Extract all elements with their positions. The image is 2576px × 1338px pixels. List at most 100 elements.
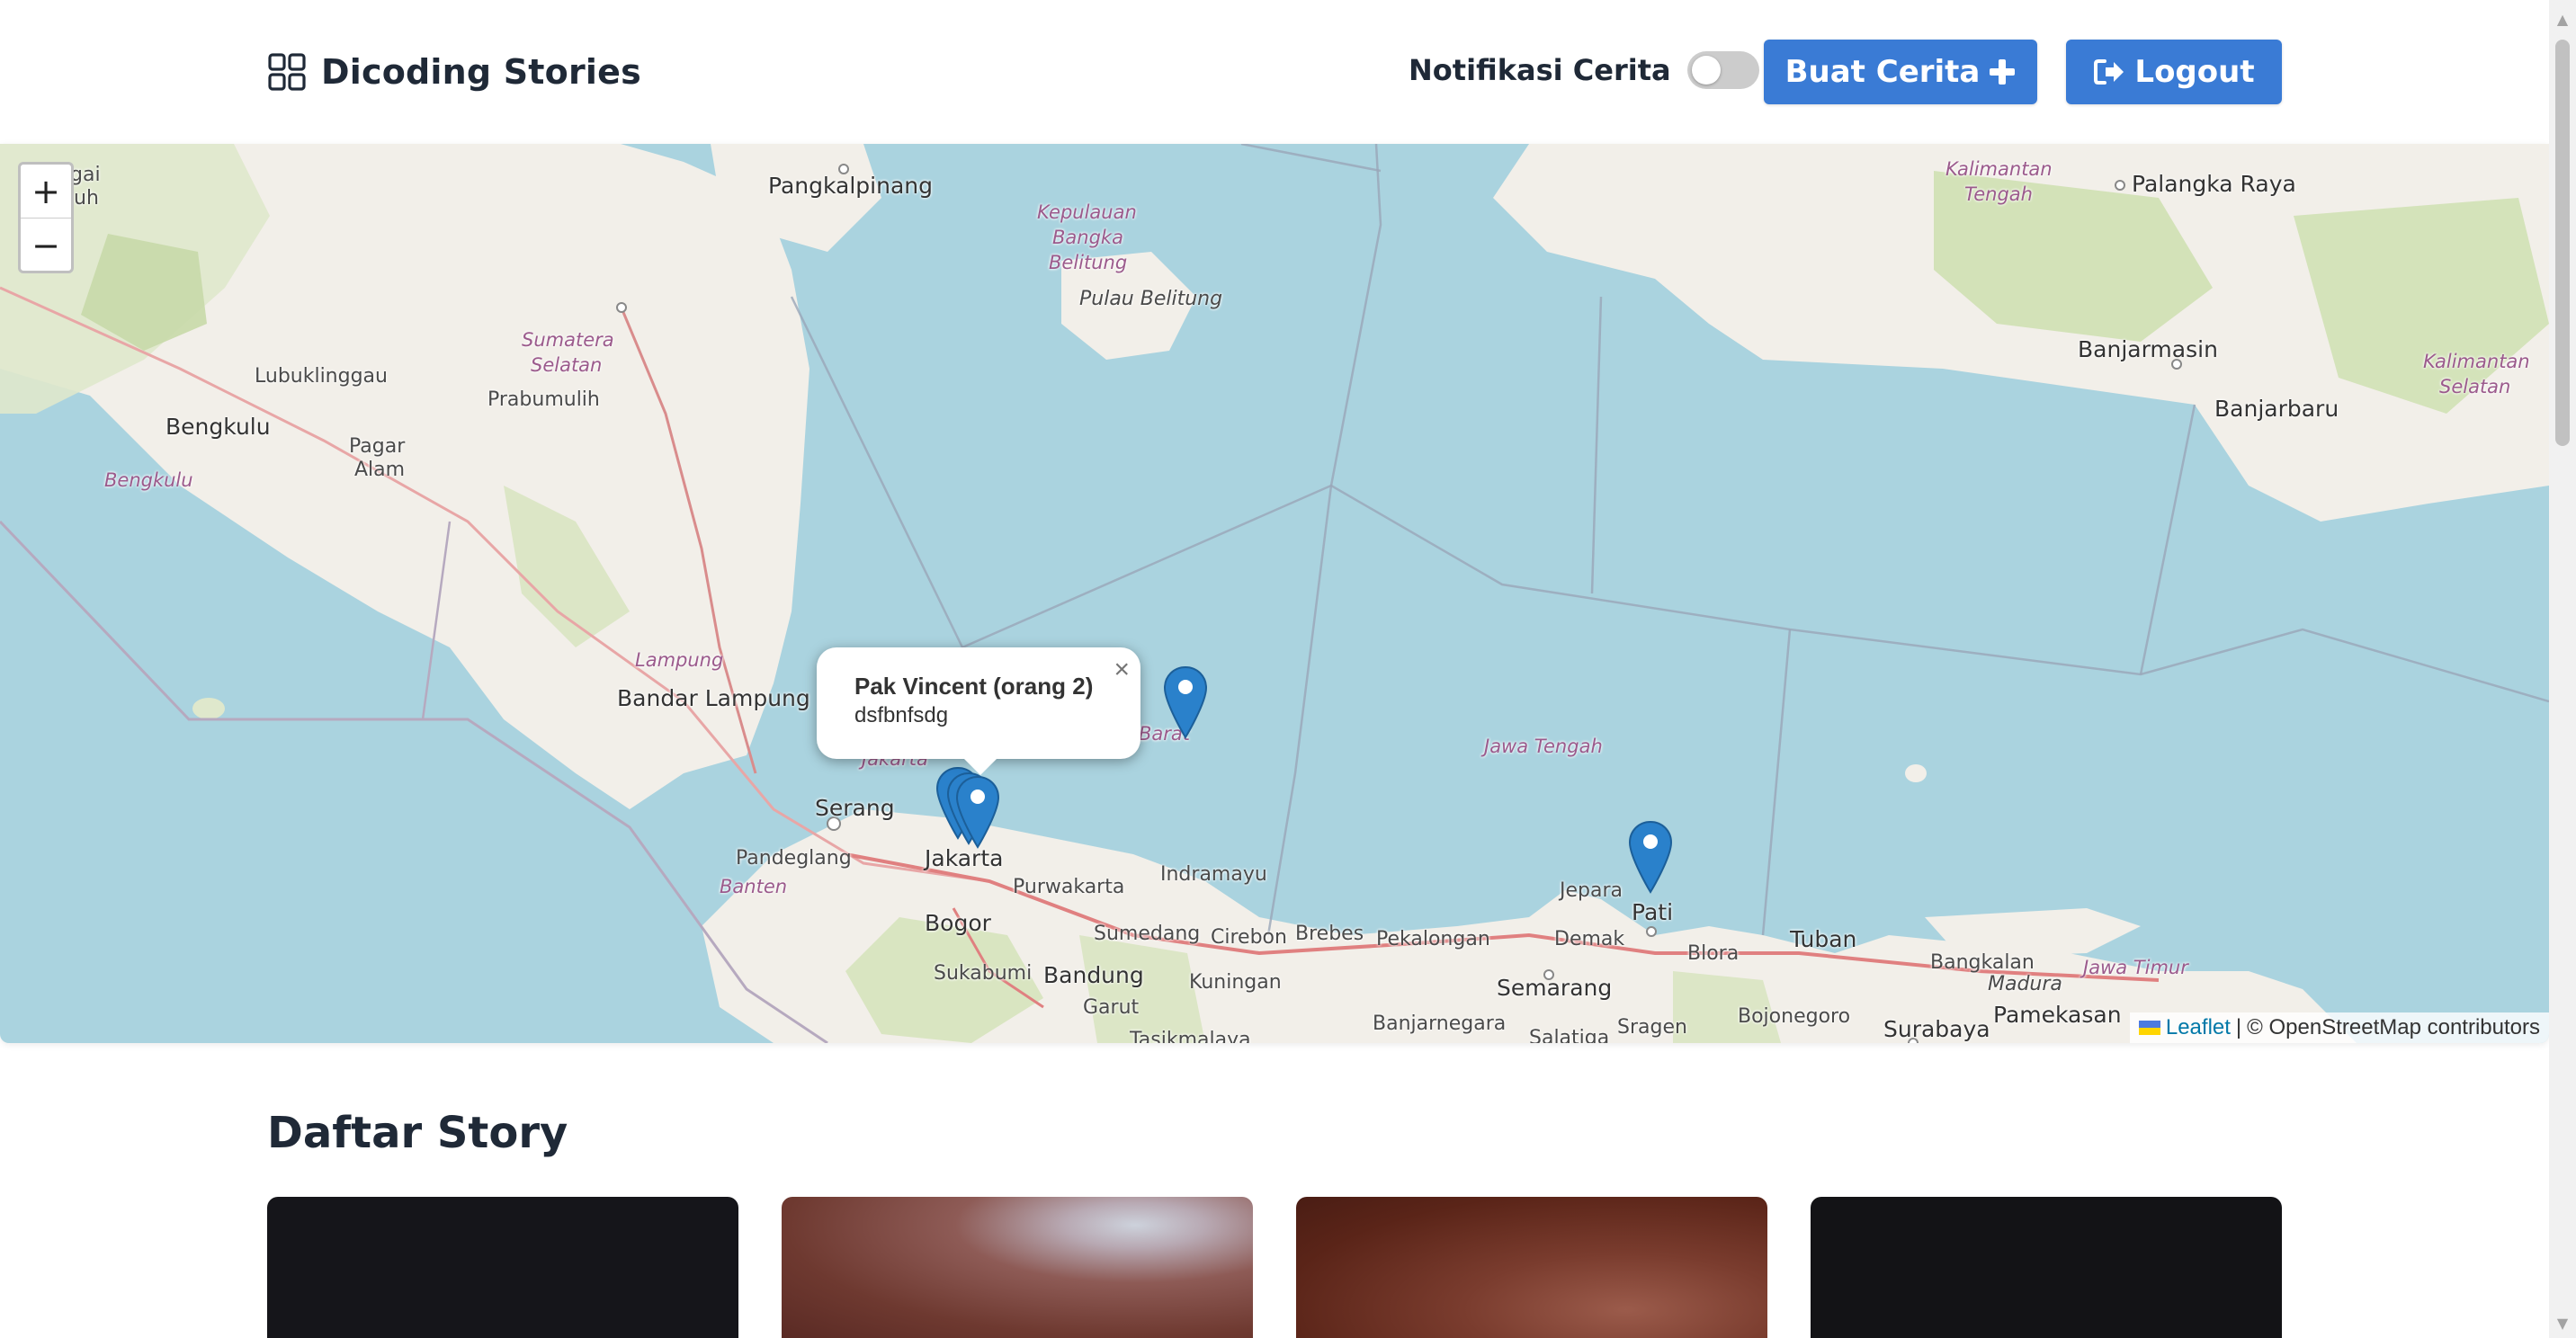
map-label-jakarta: Jakarta <box>925 845 1004 871</box>
map-label-palangka-raya: Palangka Raya <box>2132 171 2296 197</box>
map-label-bangkalan: Bangkalan <box>1930 951 2035 974</box>
map-label-pati: Pati <box>1632 899 1674 925</box>
map-marker[interactable] <box>955 775 1000 849</box>
map-marker[interactable] <box>1163 665 1208 739</box>
map-label-indramayu: Indramayu <box>1160 863 1267 886</box>
leaflet-link[interactable]: Leaflet <box>2166 1015 2231 1040</box>
map-label-jawa-tengah: Jawa Tengah <box>1484 736 1603 757</box>
notification-toggle[interactable] <box>1686 51 1759 89</box>
map-label-belitung: Belitung <box>1049 252 1128 273</box>
map-pin-icon <box>955 775 1000 849</box>
osm-attribution: © OpenStreetMap contributors <box>2247 1015 2540 1039</box>
map-label-sumedang: Sumedang <box>1094 923 1201 945</box>
map-pin-icon <box>1628 820 1673 894</box>
zoom-out-button[interactable]: − <box>21 219 71 271</box>
create-story-button[interactable]: Buat Cerita <box>1764 40 2037 104</box>
map-label-pangkalpinang: Pangkalpinang <box>768 173 933 199</box>
story-list-title: Daftar Story <box>267 1108 568 1158</box>
map-label-kalimantan-selatan-1: Kalimantan <box>2423 351 2530 372</box>
map-label-madura: Madura <box>1988 973 2062 995</box>
story-card[interactable] <box>267 1197 738 1338</box>
map-label-banten: Banten <box>720 876 788 897</box>
map-label-bojonegoro: Bojonegoro <box>1738 1005 1851 1028</box>
notification-label: Notifikasi Cerita <box>1409 53 1671 87</box>
toggle-knob <box>1691 56 1721 85</box>
map-label-bandar-lampung: Bandar Lampung <box>617 685 810 711</box>
map-label-bengkulu-region: Bengkulu <box>104 469 193 491</box>
map-label-kuningan: Kuningan <box>1189 971 1282 994</box>
map-label-kalimantan-tengah-1: Kalimantan <box>1945 158 2053 180</box>
sign-out-icon <box>2094 59 2124 85</box>
map-label-sragen: Sragen <box>1617 1016 1687 1039</box>
map-label-brebes: Brebes <box>1295 923 1364 945</box>
plus-icon <box>1990 59 2016 85</box>
grid-icon <box>268 53 306 91</box>
map-label-pagar: Pagar <box>349 435 406 458</box>
map-label-bangka: Bangka <box>1052 227 1123 248</box>
map-label-demak: Demak <box>1554 928 1625 950</box>
map-tiles <box>0 144 2549 1043</box>
scroll-up-arrow-icon[interactable]: ▲ <box>2549 5 2576 32</box>
map-attribution: Leaflet | © OpenStreetMap contributors <box>2129 1012 2549 1043</box>
map-label-kepulauan: Kepulauan <box>1037 201 1137 223</box>
map-label-surabaya: Surabaya <box>1883 1016 1990 1042</box>
story-map[interactable]: Pangkalpinang Kepulauan Bangka Belitung … <box>0 144 2549 1043</box>
logout-button[interactable]: Logout <box>2066 40 2282 104</box>
story-card-image <box>267 1197 738 1338</box>
map-label-salatiga: Salatiga <box>1529 1027 1610 1043</box>
map-label-bengkulu-city: Bengkulu <box>165 414 271 440</box>
map-label-kalimantan-tengah-2: Tengah <box>1964 183 2033 205</box>
zoom-in-button[interactable]: + <box>21 165 71 219</box>
map-label-cirebon: Cirebon <box>1211 926 1287 949</box>
create-story-button-label: Buat Cerita <box>1784 54 1981 90</box>
map-label-banjarnegara: Banjarnegara <box>1373 1012 1507 1035</box>
map-label-lampung: Lampung <box>635 649 724 671</box>
ukraine-flag-icon <box>2138 1021 2160 1035</box>
map-label-uh: uh <box>74 187 99 210</box>
story-card-image <box>1296 1197 1767 1338</box>
page-scrollbar[interactable]: ▲ ▼ <box>2549 0 2576 1338</box>
scrollbar-thumb[interactable] <box>2555 40 2570 446</box>
app-header: Dicoding Stories Notifikasi Cerita Buat … <box>0 0 2549 144</box>
map-label-lubuklinggau: Lubuklinggau <box>255 365 388 388</box>
map-label-jepara: Jepara <box>1560 879 1623 902</box>
map-label-serang: Serang <box>815 795 895 821</box>
map-label-semarang: Semarang <box>1497 975 1613 1001</box>
brand[interactable]: Dicoding Stories <box>267 47 641 97</box>
notification-toggle-group: Notifikasi Cerita <box>1409 45 1759 95</box>
popup-title: Pak Vincent (orang 2) <box>854 673 1094 700</box>
map-label-banjarmasin: Banjarmasin <box>2078 336 2218 362</box>
map-label-jawa-timur: Jawa Timur <box>2083 957 2188 978</box>
popup-close-button[interactable]: × <box>1114 655 1130 685</box>
story-card-image <box>1811 1197 2282 1338</box>
map-label-banjarbaru: Banjarbaru <box>2214 396 2339 422</box>
map-label-pekalongan: Pekalongan <box>1376 928 1490 950</box>
attribution-separator: | <box>2235 1015 2242 1039</box>
map-label-alam: Alam <box>354 459 406 481</box>
map-label-sukabumi: Sukabumi <box>934 962 1033 985</box>
marker-popup: Pak Vincent (orang 2) dsfbnfsdg × <box>817 647 1140 775</box>
map-label-kalimantan-selatan-2: Selatan <box>2439 376 2511 397</box>
map-label-bandung: Bandung <box>1043 962 1144 988</box>
map-label-garut: Garut <box>1083 996 1140 1019</box>
map-label-tasikmalaya: Tasikmalaya <box>1130 1029 1251 1043</box>
story-card[interactable] <box>1296 1197 1767 1338</box>
map-label-pulau-belitung: Pulau Belitung <box>1079 288 1223 310</box>
brand-title: Dicoding Stories <box>321 52 641 92</box>
map-pin-icon <box>1163 665 1208 739</box>
map-label-tuban: Tuban <box>1790 926 1857 952</box>
map-label-gai: gai <box>70 164 101 186</box>
map-label-purwakarta: Purwakarta <box>1013 876 1125 898</box>
story-card[interactable] <box>1811 1197 2282 1338</box>
map-label-blora: Blora <box>1687 942 1740 965</box>
scroll-down-arrow-icon[interactable]: ▼ <box>2549 1309 2576 1336</box>
map-label-pamekasan: Pamekasan <box>1993 1002 2122 1028</box>
map-label-prabumulih: Prabumulih <box>487 388 600 411</box>
map-label-sumatera-selatan-1: Sumatera <box>522 329 614 351</box>
popup-description: dsfbnfsdg <box>854 703 949 727</box>
story-card[interactable] <box>782 1197 1253 1338</box>
map-marker[interactable] <box>1628 820 1673 894</box>
logout-button-label: Logout <box>2134 54 2255 90</box>
story-card-image <box>782 1197 1253 1338</box>
map-label-pandeglang: Pandeglang <box>736 847 852 870</box>
